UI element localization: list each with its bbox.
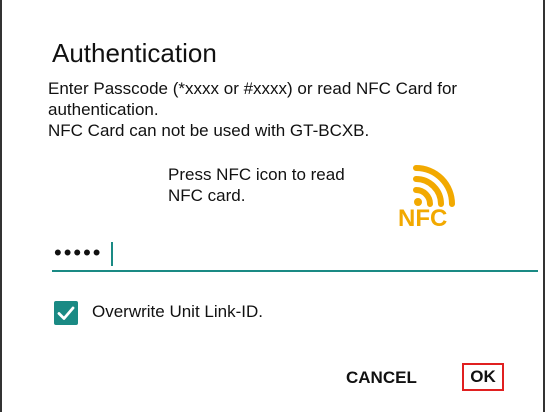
overwrite-checkbox-label: Overwrite Unit Link-ID. [92,302,263,321]
message-line: Enter Passcode (*xxxx or #xxxx) or read … [48,79,458,98]
nfc-hint-line: Press NFC icon to read [168,165,345,184]
cancel-button[interactable]: CANCEL [346,368,417,388]
ok-button[interactable]: OK [462,363,504,391]
message-line: NFC Card can not be used with GT-BCXB. [48,121,370,140]
text-caret [111,242,113,266]
message-line: authentication. [48,100,159,119]
dialog-title: Authentication [52,38,217,68]
nfc-hint-line: NFC card. [168,186,246,205]
overwrite-checkbox[interactable] [54,301,78,325]
passcode-value: ••••• [54,240,103,265]
dialog-message: Enter Passcode (*xxxx or #xxxx) or read … [48,78,528,141]
svg-text:NFC: NFC [398,205,447,230]
checkmark-icon [57,306,75,320]
nfc-hint: Press NFC icon to read NFC card. [168,164,345,206]
authentication-dialog: Authentication Enter Passcode (*xxxx or … [0,0,545,412]
nfc-icon[interactable]: NFC [390,160,472,232]
passcode-input[interactable]: ••••• [52,238,538,272]
nfc-icon-graphic: NFC [398,165,455,232]
